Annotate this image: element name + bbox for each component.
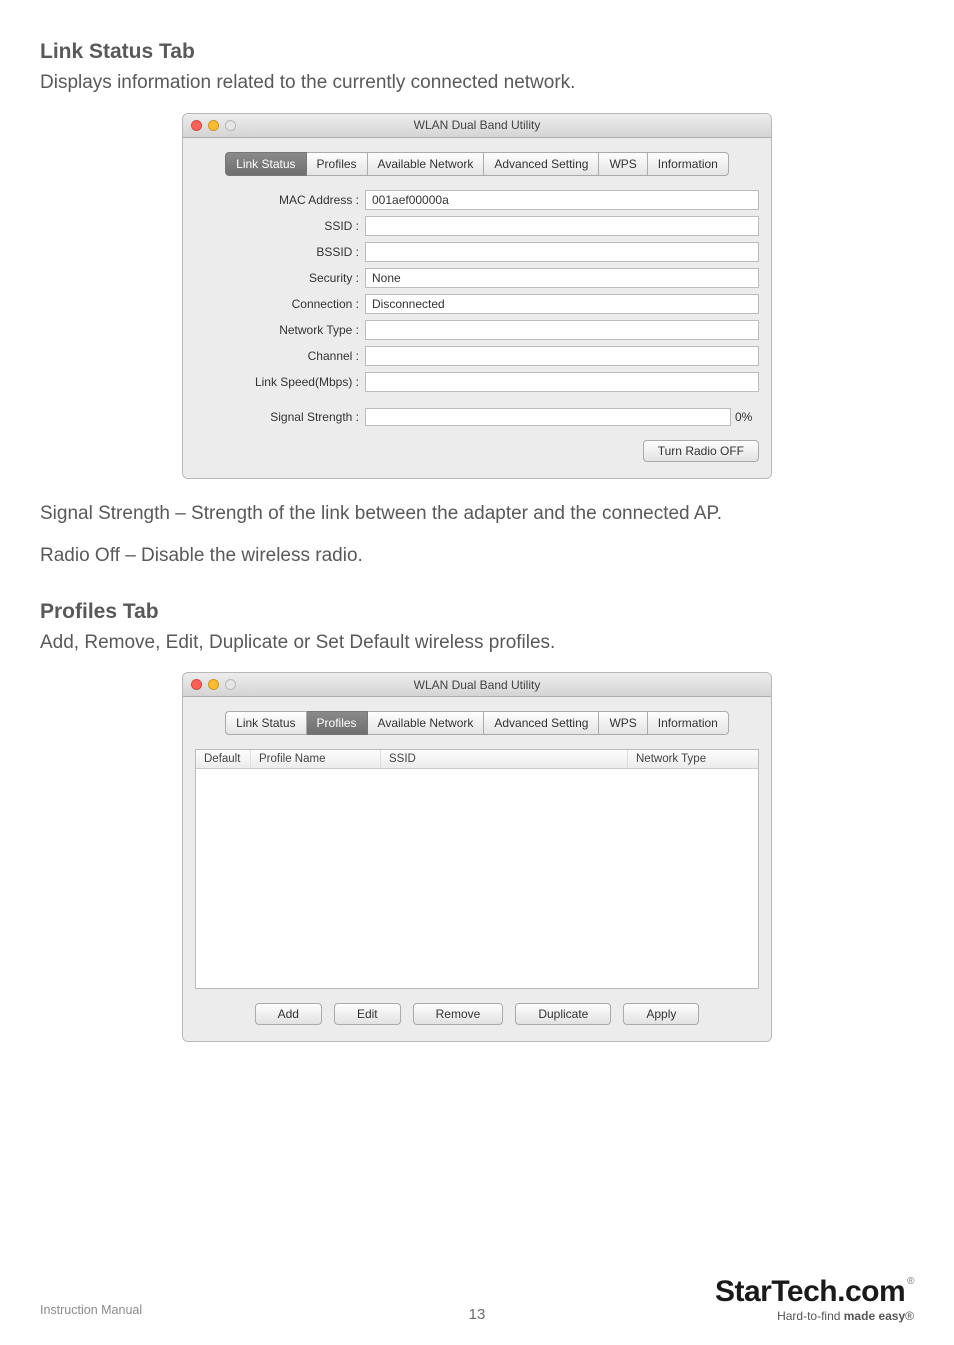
field-ssid [365, 216, 759, 236]
tab-link-status[interactable]: Link Status [225, 152, 306, 176]
brand-logo: StarTech.com® [715, 1277, 914, 1307]
tagline-plain: Hard-to-find [777, 1309, 844, 1323]
tab-available-network[interactable]: Available Network [368, 711, 485, 735]
tab-wps[interactable]: WPS [599, 152, 647, 176]
column-header-network-type[interactable]: Network Type [628, 750, 758, 768]
link-status-heading: Link Status Tab [40, 40, 914, 64]
window-traffic-lights [191, 120, 236, 131]
radio-off-paragraph: Radio Off – Disable the wireless radio. [40, 543, 914, 570]
link-status-desc: Displays information related to the curr… [40, 70, 914, 97]
label-mac-address: MAC Address : [195, 193, 365, 207]
label-channel: Channel : [195, 349, 365, 363]
column-header-profile-name[interactable]: Profile Name [251, 750, 381, 768]
profiles-desc: Add, Remove, Edit, Duplicate or Set Defa… [40, 630, 914, 657]
label-signal-strength: Signal Strength : [195, 410, 365, 424]
registered-mark: ® [907, 1276, 914, 1287]
minimize-icon[interactable] [208, 120, 219, 131]
tab-advanced-setting[interactable]: Advanced Setting [484, 152, 599, 176]
field-channel [365, 346, 759, 366]
apply-button[interactable]: Apply [623, 1003, 699, 1025]
label-connection: Connection : [195, 297, 365, 311]
duplicate-button[interactable]: Duplicate [515, 1003, 611, 1025]
profiles-table: Default Profile Name SSID Network Type [195, 749, 759, 989]
turn-radio-off-button[interactable]: Turn Radio OFF [643, 440, 759, 462]
signal-strength-value: 0% [735, 410, 759, 424]
zoom-icon[interactable] [225, 120, 236, 131]
field-connection: Disconnected [365, 294, 759, 314]
close-icon[interactable] [191, 679, 202, 690]
label-bssid: BSSID : [195, 245, 365, 259]
profiles-table-body [196, 769, 758, 985]
edit-button[interactable]: Edit [334, 1003, 401, 1025]
tab-bar: Link Status Profiles Available Network A… [195, 152, 759, 176]
label-link-speed: Link Speed(Mbps) : [195, 375, 365, 389]
brand-logo-text: StarTech.com [715, 1275, 905, 1308]
field-mac-address: 001aef00000a [365, 190, 759, 210]
window-traffic-lights [191, 679, 236, 690]
column-header-ssid[interactable]: SSID [381, 750, 628, 768]
remove-button[interactable]: Remove [413, 1003, 504, 1025]
field-security: None [365, 268, 759, 288]
window-title: WLAN Dual Band Utility [183, 118, 771, 132]
tab-information[interactable]: Information [648, 711, 729, 735]
tab-link-status[interactable]: Link Status [225, 711, 306, 735]
zoom-icon[interactable] [225, 679, 236, 690]
tab-available-network[interactable]: Available Network [368, 152, 485, 176]
wlan-utility-window-link-status: WLAN Dual Band Utility Link Status Profi… [182, 113, 772, 479]
column-header-default[interactable]: Default [196, 750, 251, 768]
label-network-type: Network Type : [195, 323, 365, 337]
label-ssid: SSID : [195, 219, 365, 233]
tab-wps[interactable]: WPS [599, 711, 647, 735]
signal-strength-bar [365, 408, 731, 426]
profiles-heading: Profiles Tab [40, 600, 914, 624]
tab-bar: Link Status Profiles Available Network A… [195, 711, 759, 735]
wlan-utility-window-profiles: WLAN Dual Band Utility Link Status Profi… [182, 672, 772, 1042]
add-button[interactable]: Add [255, 1003, 322, 1025]
field-bssid [365, 242, 759, 262]
field-link-speed [365, 372, 759, 392]
minimize-icon[interactable] [208, 679, 219, 690]
label-security: Security : [195, 271, 365, 285]
tagline-bold: made easy [844, 1309, 905, 1323]
signal-strength-paragraph: Signal Strength – Strength of the link b… [40, 501, 914, 528]
tagline-reg: ® [905, 1309, 914, 1323]
brand-tagline: Hard-to-find made easy® [715, 1309, 914, 1323]
close-icon[interactable] [191, 120, 202, 131]
window-titlebar: WLAN Dual Band Utility [183, 673, 771, 697]
tab-information[interactable]: Information [648, 152, 729, 176]
tab-profiles[interactable]: Profiles [307, 152, 368, 176]
tab-advanced-setting[interactable]: Advanced Setting [484, 711, 599, 735]
tab-profiles[interactable]: Profiles [307, 711, 368, 735]
field-network-type [365, 320, 759, 340]
window-title: WLAN Dual Band Utility [183, 678, 771, 692]
window-titlebar: WLAN Dual Band Utility [183, 114, 771, 138]
